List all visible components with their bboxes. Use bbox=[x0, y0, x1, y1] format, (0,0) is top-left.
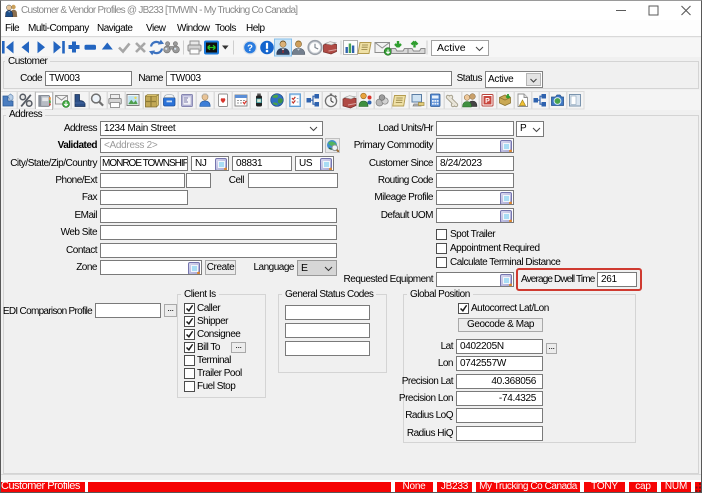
svg-text:?: ? bbox=[247, 43, 253, 54]
svg-text:P: P bbox=[485, 98, 490, 105]
